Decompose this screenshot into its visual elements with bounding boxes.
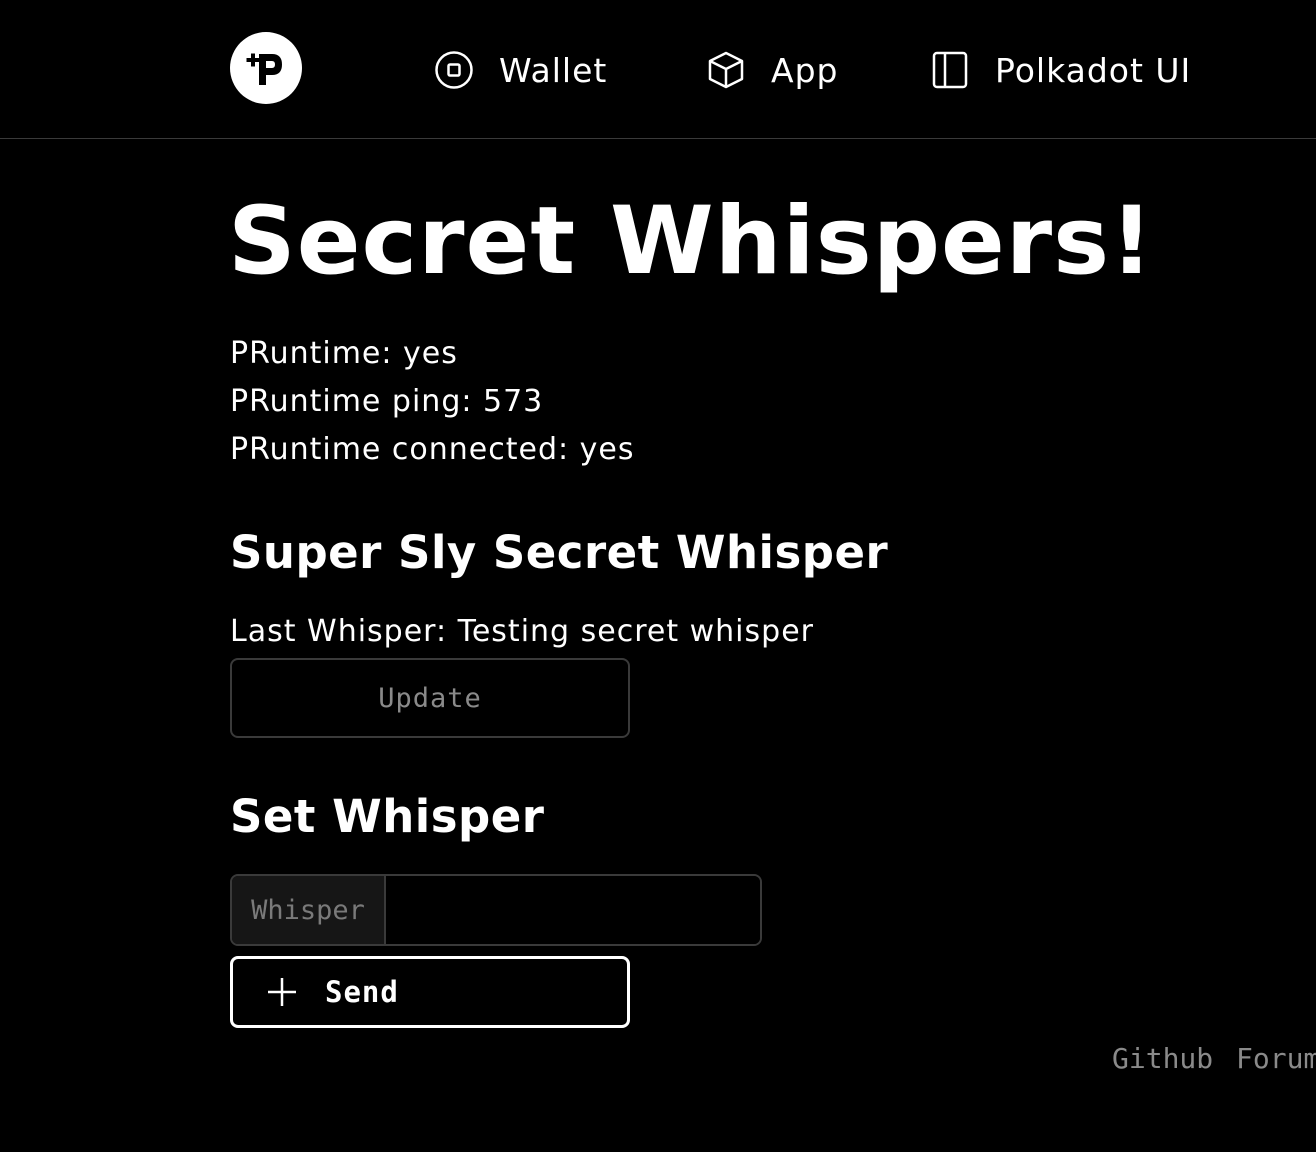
whisper-input-label: Whisper — [232, 876, 386, 944]
page-title: Secret Whispers! — [228, 187, 1154, 296]
super-sly-heading: Super Sly Secret Whisper — [230, 526, 889, 579]
set-whisper-heading: Set Whisper — [230, 790, 545, 843]
send-button-label: Send — [325, 975, 399, 1009]
nav-item-label: Wallet — [499, 50, 608, 90]
update-button[interactable]: Update — [230, 658, 630, 738]
plus-icon — [265, 975, 299, 1009]
nav-item-label: App — [771, 50, 839, 90]
nav-item-label: Polkadot UI — [995, 50, 1192, 90]
nav-item-polkadot-ui[interactable]: Polkadot UI — [930, 46, 1191, 94]
nav-item-app[interactable]: App — [706, 46, 838, 94]
last-whisper-text: Last Whisper: Testing secret whisper — [230, 614, 814, 649]
whisper-input[interactable] — [386, 876, 760, 944]
wallet-icon — [434, 50, 474, 90]
phala-logo-icon[interactable] — [230, 32, 302, 104]
pruntime-ping: PRuntime ping: 573 — [230, 384, 544, 419]
pruntime-status: PRuntime: yes — [230, 336, 458, 371]
footer-link-github[interactable]: Github — [1112, 1042, 1213, 1075]
pruntime-connected: PRuntime connected: yes — [230, 432, 635, 467]
top-navigation-bar: Wallet App Polkadot UI — [0, 0, 1316, 139]
nav-item-wallet[interactable]: Wallet — [434, 46, 607, 94]
cube-icon — [706, 50, 746, 90]
sidebar-panel-icon — [930, 50, 970, 90]
footer-link-forum[interactable]: Forum — [1236, 1042, 1316, 1075]
whisper-input-group: Whisper — [230, 874, 762, 946]
send-button[interactable]: Send — [230, 956, 630, 1028]
